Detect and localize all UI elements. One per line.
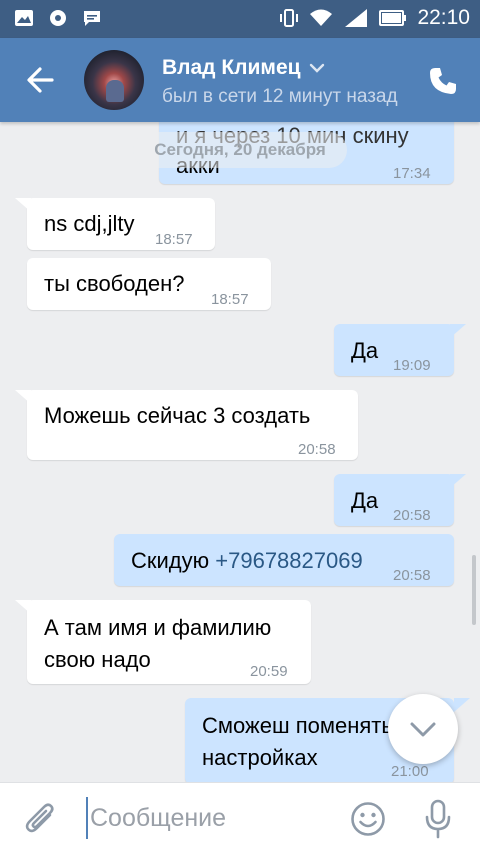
scroll-to-bottom-button[interactable]: [388, 694, 458, 764]
bubble-tail: [450, 474, 466, 488]
bubble-tail: [15, 198, 31, 212]
message-input[interactable]: [86, 797, 336, 839]
message-time: 20:58: [393, 507, 431, 524]
wifi-icon: [310, 9, 333, 26]
avatar[interactable]: [84, 50, 144, 110]
message-text: ты свободен?: [44, 271, 185, 296]
microphone-icon[interactable]: [424, 799, 452, 839]
message-bubble-outgoing[interactable]: Да 20:58: [334, 474, 466, 526]
message-bubble-outgoing[interactable]: Скидую +79678827069 20:58: [114, 534, 454, 586]
message-time: 20:58: [393, 567, 431, 584]
battery-icon: [379, 10, 407, 26]
message-text-prefix: Скидую: [131, 548, 216, 573]
message-bubble-outgoing[interactable]: Да 19:09: [334, 324, 466, 376]
contact-name-row[interactable]: Влад Климец: [162, 56, 325, 80]
message-text: ns cdj,jlty: [44, 211, 135, 236]
message-text: настройках: [202, 745, 318, 770]
phone-link[interactable]: +79678827069: [215, 548, 362, 573]
message-text: Да: [351, 338, 379, 363]
contact-status: был в сети 12 минут назад: [162, 86, 398, 107]
date-separator: Сегодня, 20 декабря: [133, 132, 347, 168]
message-text: Можешь сейчас 3 создать: [44, 403, 311, 428]
message-text: Да: [351, 488, 379, 513]
bubble-tail: [15, 600, 31, 614]
vibrate-icon: [280, 9, 299, 27]
signal-icon: [345, 9, 368, 27]
message-list[interactable]: и я через 10 мин скину акки 17:34 ns cdj…: [0, 122, 480, 782]
phone-icon[interactable]: [428, 66, 458, 96]
message-time: 20:59: [250, 663, 288, 680]
message-bubble-incoming[interactable]: ns cdj,jlty 18:57: [15, 198, 215, 250]
message-text: Скидую +79678827069: [131, 545, 363, 577]
message-time: 20:58: [298, 441, 336, 458]
paperclip-icon[interactable]: [24, 801, 58, 837]
chevron-down-icon: [309, 63, 324, 73]
bubble-tail: [15, 390, 31, 404]
clock: 22:10: [417, 6, 470, 29]
contact-name: Влад Климец: [162, 56, 301, 79]
scrollbar[interactable]: [472, 555, 476, 625]
image-icon: [15, 10, 33, 26]
message-text: Сможеш поменять в: [202, 713, 411, 738]
chat-header: Влад Климец был в сети 12 минут назад: [0, 38, 480, 122]
chevron-down-icon: [410, 722, 436, 737]
message-bubble-incoming[interactable]: А там имя и фамилию свою надо 20:59: [15, 600, 311, 684]
message-text: свою надо: [44, 647, 151, 672]
sync-icon: [50, 10, 66, 26]
compose-bar: [0, 782, 480, 854]
message-bubble-incoming[interactable]: ты свободен? 18:57: [27, 258, 271, 310]
emoji-icon[interactable]: [350, 801, 386, 837]
message-text: А там имя и фамилию: [44, 615, 272, 640]
message-time: 17:34: [393, 165, 431, 182]
message-time: 18:57: [155, 231, 193, 248]
back-arrow-icon[interactable]: [22, 62, 58, 98]
message-time: 18:57: [211, 291, 249, 308]
bubble-tail: [450, 324, 466, 338]
message-time: 19:09: [393, 357, 431, 374]
chat-icon: [84, 11, 100, 26]
message-bubble-incoming[interactable]: Можешь сейчас 3 создать 20:58: [15, 390, 358, 460]
status-bar: 22:10: [0, 0, 480, 38]
